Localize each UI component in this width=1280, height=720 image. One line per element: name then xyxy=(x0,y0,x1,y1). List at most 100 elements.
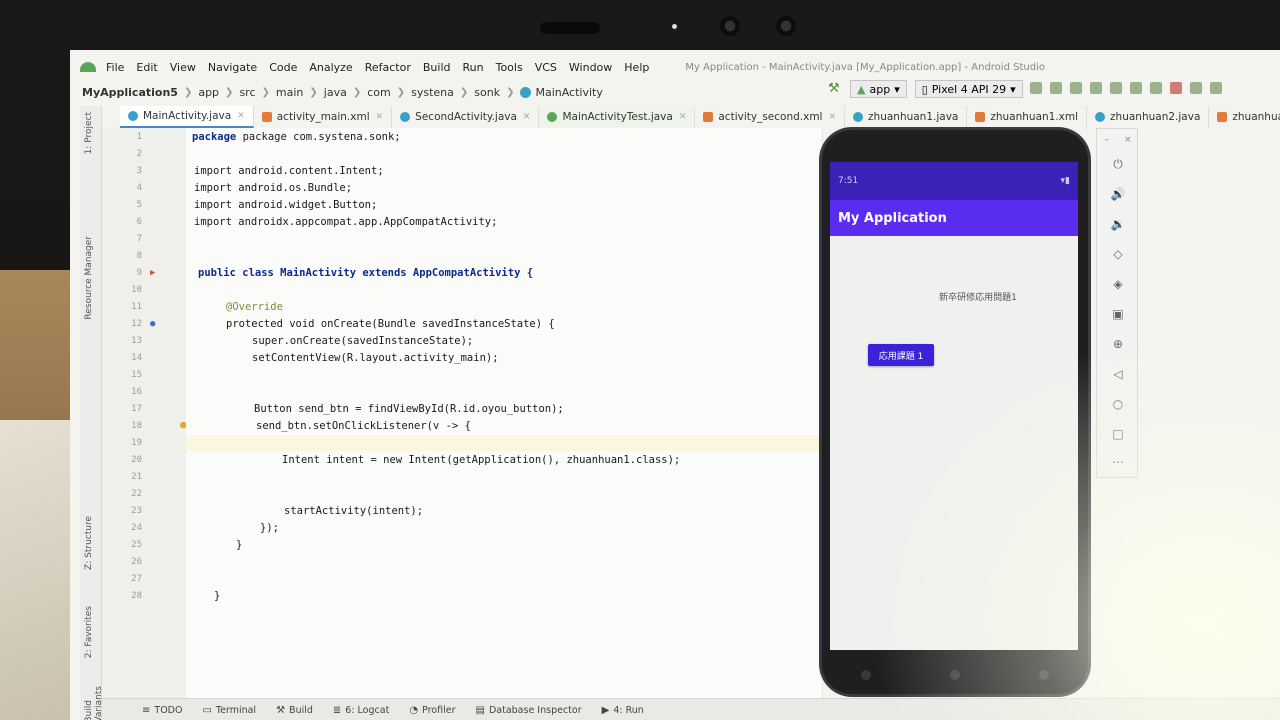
device-select[interactable]: ▯ Pixel 4 API 29 ▾ xyxy=(914,80,1023,98)
logcat-tool[interactable]: ≣ 6: Logcat xyxy=(333,705,389,716)
back-icon[interactable] xyxy=(861,670,872,680)
rotate-left-icon[interactable]: ◇ xyxy=(1097,247,1139,261)
menu-refactor[interactable]: Refactor xyxy=(365,61,411,74)
close-icon[interactable]: ✕ xyxy=(237,111,245,121)
module-select[interactable]: ▲ app ▾ xyxy=(850,80,907,98)
chevron-right-icon: ❯ xyxy=(506,86,515,98)
sdk-manager-icon[interactable] xyxy=(1190,82,1202,94)
volume-up-icon[interactable]: 🔊 xyxy=(1097,187,1139,201)
tab-activity-second-xml[interactable]: activity_second.xml ✕ xyxy=(695,106,846,128)
home-icon[interactable]: ○ xyxy=(1097,397,1139,411)
avd-manager-icon[interactable] xyxy=(1210,82,1222,94)
more-icon[interactable]: ⋯ xyxy=(1097,455,1139,469)
build-variants-toggle[interactable]: Build Variants xyxy=(84,686,104,720)
close-icon[interactable]: ✕ xyxy=(376,112,384,122)
hammer-build-icon[interactable]: ⚒ xyxy=(828,82,842,96)
stop-icon[interactable] xyxy=(1170,82,1182,94)
tab-zhuanhuan2-xml[interactable]: zhuanhuan2.xml xyxy=(1209,106,1280,128)
tab-activity-main-xml[interactable]: activity_main.xml ✕ xyxy=(254,106,393,128)
code-line-14: setContentView(R.layout.activity_main); xyxy=(252,352,499,364)
tab-mainactivitytest-java[interactable]: MainActivityTest.java ✕ xyxy=(539,106,696,128)
menu-view[interactable]: View xyxy=(170,61,196,74)
close-icon[interactable]: ✕ xyxy=(523,112,531,122)
breadcrumb-item[interactable]: systena xyxy=(411,86,454,99)
database-inspector-tool[interactable]: ▤ Database Inspector xyxy=(476,705,582,716)
menu-help[interactable]: Help xyxy=(624,61,649,74)
breadcrumb-item[interactable]: MyApplication5 xyxy=(82,86,178,99)
menu-run[interactable]: Run xyxy=(463,61,484,74)
minimize-icon[interactable]: – xyxy=(1104,135,1109,145)
window-title: My Application - MainActivity.java [My_A… xyxy=(685,61,1045,73)
home-icon[interactable] xyxy=(949,670,960,680)
favorites-panel-toggle[interactable]: 2: Favorites xyxy=(84,606,94,658)
todo-tool[interactable]: ≡ TODO xyxy=(142,705,182,716)
chevron-right-icon: ❯ xyxy=(261,86,270,98)
oyou-button[interactable]: 応用課題 1 xyxy=(868,344,934,366)
run-configuration: ⚒ ▲ app ▾ ▯ Pixel 4 API 29 ▾ xyxy=(828,80,1023,98)
tab-mainactivity-java[interactable]: MainActivity.java ✕ xyxy=(120,106,254,128)
menu-navigate[interactable]: Navigate xyxy=(208,61,257,74)
xml-file-icon xyxy=(703,112,714,122)
apply-changes-icon[interactable] xyxy=(1030,82,1042,94)
debug-icon[interactable] xyxy=(1090,82,1102,94)
emulator-nav-bar xyxy=(822,670,1088,680)
line-number: 4 xyxy=(136,183,142,193)
close-icon[interactable]: ✕ xyxy=(679,112,687,122)
breadcrumb-item[interactable]: com xyxy=(367,86,391,99)
editor-tabs: MainActivity.java ✕ activity_main.xml ✕ Se… xyxy=(120,106,1280,128)
recents-icon[interactable] xyxy=(1038,670,1049,680)
resource-manager-toggle[interactable]: Resource Manager xyxy=(84,236,94,320)
java-file-icon xyxy=(1095,112,1106,122)
run-gutter-icon[interactable]: ▶ xyxy=(150,268,155,278)
terminal-tool[interactable]: ▭ Terminal xyxy=(202,705,256,716)
menu-vcs[interactable]: VCS xyxy=(535,61,557,74)
breadcrumb-item[interactable]: src xyxy=(239,86,255,99)
menu-edit[interactable]: Edit xyxy=(136,61,157,74)
breadcrumb-item[interactable]: java xyxy=(324,86,347,99)
overview-icon[interactable]: □ xyxy=(1097,427,1139,441)
profile-icon[interactable] xyxy=(1110,82,1122,94)
attach-debugger-icon[interactable] xyxy=(1130,82,1142,94)
tab-secondactivity-java[interactable]: SecondActivity.java ✕ xyxy=(392,106,540,128)
app-content: 新卒研修応用問題1 応用課題 1 xyxy=(830,236,1078,650)
menu-file[interactable]: File xyxy=(106,61,124,74)
override-gutter-icon[interactable]: ● xyxy=(150,319,155,329)
run-icon[interactable] xyxy=(1070,82,1082,94)
breadcrumb-item[interactable]: main xyxy=(276,86,303,99)
camera-screenshot-icon[interactable]: ▣ xyxy=(1097,307,1139,321)
line-number: 15 xyxy=(131,370,142,380)
volume-down-icon[interactable]: 🔉 xyxy=(1097,217,1139,231)
menu-build[interactable]: Build xyxy=(423,61,451,74)
menu-tools[interactable]: Tools xyxy=(496,61,523,74)
menu-code[interactable]: Code xyxy=(269,61,297,74)
tab-zhuanhuan1-xml[interactable]: zhuanhuan1.xml xyxy=(967,106,1088,128)
breadcrumb-item[interactable]: sonk xyxy=(474,86,500,99)
menu-analyze[interactable]: Analyze xyxy=(309,61,352,74)
profiler-tool[interactable]: ◔ Profiler xyxy=(409,705,455,716)
app-bar: My Application xyxy=(830,200,1078,236)
run-tool[interactable]: ▶ 4: Run xyxy=(602,705,644,716)
menu-window[interactable]: Window xyxy=(569,61,612,74)
project-panel-toggle[interactable]: 1: Project xyxy=(84,112,94,154)
zoom-icon[interactable]: ⊕ xyxy=(1097,337,1139,351)
emulator-screen[interactable]: 7:51 ▾▮ My Application 新卒研修応用問題1 応用課題 1 xyxy=(830,162,1078,650)
run-icon: ▶ xyxy=(601,705,610,716)
chevron-right-icon: ❯ xyxy=(459,86,469,98)
power-icon[interactable]: ⏻ xyxy=(1097,157,1139,172)
chevron-right-icon: ❯ xyxy=(396,86,406,98)
sync-icon[interactable] xyxy=(1150,82,1162,94)
breadcrumb-item[interactable]: app xyxy=(198,86,219,99)
build-tool[interactable]: ⚒ Build xyxy=(276,705,313,716)
close-icon[interactable]: × xyxy=(1124,135,1132,145)
rotate-right-icon[interactable]: ◈ xyxy=(1097,277,1139,291)
code-editor[interactable]: package package com.systena.sonk; import… xyxy=(186,128,822,720)
tab-zhuanhuan1-java[interactable]: zhuanhuan1.java xyxy=(845,106,968,128)
tool-label: Build xyxy=(289,705,313,716)
structure-panel-toggle[interactable]: Z: Structure xyxy=(84,516,94,570)
back-icon[interactable]: ◁ xyxy=(1097,367,1139,381)
camera-hinge xyxy=(540,22,600,34)
breadcrumb-item[interactable]: MainActivity xyxy=(535,86,602,99)
apply-code-changes-icon[interactable] xyxy=(1050,82,1062,94)
close-icon[interactable]: ✕ xyxy=(828,112,836,122)
tab-zhuanhuan2-java[interactable]: zhuanhuan2.java xyxy=(1087,106,1210,128)
